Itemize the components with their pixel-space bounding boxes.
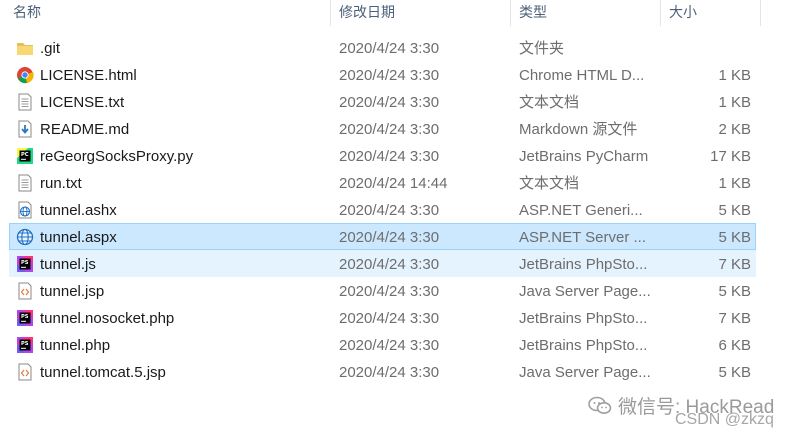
file-type: Chrome HTML D... bbox=[519, 67, 645, 84]
globe-icon bbox=[16, 228, 34, 246]
file-type: 文件夹 bbox=[519, 40, 565, 57]
file-row[interactable]: PC reGeorgSocksProxy.py 2020/4/24 3:30 JetB… bbox=[9, 142, 756, 169]
csdn-watermark: CSDN @zkzq bbox=[675, 411, 774, 428]
file-date-modified: 2020/4/24 3:30 bbox=[339, 67, 440, 84]
file-name: .git bbox=[40, 40, 61, 57]
file-row[interactable]: tunnel.aspx 2020/4/24 3:30 ASP.NET Server … bbox=[9, 223, 756, 250]
file-date-modified: 2020/4/24 3:30 bbox=[339, 364, 440, 381]
file-size: 1 KB bbox=[718, 94, 751, 111]
column-header-name[interactable]: 名称 bbox=[0, 0, 331, 26]
file-size: 5 KB bbox=[718, 283, 751, 300]
file-explorer: 名称 修改日期 类型 大小 .git 2020/4/24 3:30 文件夹 LICEN… bbox=[0, 0, 809, 438]
file-row[interactable]: README.md 2020/4/24 3:30 Markdown 源文件 2 KB bbox=[9, 115, 756, 142]
file-date-modified: 2020/4/24 3:30 bbox=[339, 256, 440, 273]
svg-text:PS: PS bbox=[21, 260, 29, 266]
file-type: JetBrains PhpSto... bbox=[519, 256, 648, 273]
phpstorm-icon: PS bbox=[16, 336, 34, 354]
file-row[interactable]: PS tunnel.js 2020/4/24 3:30 JetBrains PhpSt… bbox=[9, 250, 756, 277]
file-name: LICENSE.html bbox=[40, 67, 137, 84]
file-size: 6 KB bbox=[718, 337, 751, 354]
file-type: Markdown 源文件 bbox=[519, 121, 638, 138]
file-type: Java Server Page... bbox=[519, 364, 651, 381]
text-file-icon bbox=[16, 174, 34, 192]
column-header-date[interactable]: 修改日期 bbox=[331, 0, 511, 26]
file-size: 17 KB bbox=[710, 148, 751, 165]
file-row[interactable]: LICENSE.txt 2020/4/24 3:30 文本文档 1 KB bbox=[9, 88, 756, 115]
file-type: 文本文档 bbox=[519, 175, 580, 192]
file-type: Java Server Page... bbox=[519, 283, 651, 300]
column-header: 名称 修改日期 类型 大小 bbox=[0, 0, 809, 26]
file-date-modified: 2020/4/24 3:30 bbox=[339, 202, 440, 219]
file-type: ASP.NET Server ... bbox=[519, 229, 646, 246]
file-name: tunnel.tomcat.5.jsp bbox=[40, 364, 166, 381]
jsp-file-icon bbox=[16, 282, 34, 300]
file-name: tunnel.nosocket.php bbox=[40, 310, 175, 327]
file-type: JetBrains PhpSto... bbox=[519, 337, 648, 354]
file-row[interactable]: PS tunnel.nosocket.php 2020/4/24 3:30 JetBr… bbox=[9, 304, 756, 331]
file-date-modified: 2020/4/24 3:30 bbox=[339, 337, 440, 354]
column-header-type[interactable]: 类型 bbox=[511, 0, 661, 26]
file-name: tunnel.aspx bbox=[40, 229, 117, 246]
file-type: ASP.NET Generi... bbox=[519, 202, 643, 219]
file-name: tunnel.jsp bbox=[40, 283, 105, 300]
file-name: tunnel.js bbox=[40, 256, 96, 273]
folder-icon bbox=[16, 39, 34, 57]
pycharm-icon: PC bbox=[16, 147, 34, 165]
file-name: run.txt bbox=[40, 175, 82, 192]
aspnet-file-icon bbox=[16, 201, 34, 219]
file-date-modified: 2020/4/24 3:30 bbox=[339, 148, 440, 165]
file-row[interactable]: tunnel.ashx 2020/4/24 3:30 ASP.NET Generi.… bbox=[9, 196, 756, 223]
file-date-modified: 2020/4/24 3:30 bbox=[339, 283, 440, 300]
text-file-icon bbox=[16, 93, 34, 111]
file-date-modified: 2020/4/24 3:30 bbox=[339, 121, 440, 138]
file-name: reGeorgSocksProxy.py bbox=[40, 148, 194, 165]
phpstorm-icon: PS bbox=[16, 309, 34, 327]
file-type: JetBrains PyCharm bbox=[519, 148, 649, 165]
file-size: 2 KB bbox=[718, 121, 751, 138]
file-date-modified: 2020/4/24 3:30 bbox=[339, 229, 440, 246]
file-type: 文本文档 bbox=[519, 94, 580, 111]
file-size: 5 KB bbox=[718, 229, 751, 246]
file-size: 7 KB bbox=[718, 310, 751, 327]
file-date-modified: 2020/4/24 3:30 bbox=[339, 94, 440, 111]
file-size: 5 KB bbox=[718, 364, 751, 381]
jsp-file-icon bbox=[16, 363, 34, 381]
file-row[interactable]: PS tunnel.php 2020/4/24 3:30 JetBrains PhpS… bbox=[9, 331, 756, 358]
file-row[interactable]: run.txt 2020/4/24 14:44 文本文档 1 KB bbox=[9, 169, 756, 196]
svg-text:PC: PC bbox=[21, 152, 29, 158]
file-name: LICENSE.txt bbox=[40, 94, 125, 111]
file-size: 7 KB bbox=[718, 256, 751, 273]
phpstorm-icon: PS bbox=[16, 255, 34, 273]
file-type: JetBrains PhpSto... bbox=[519, 310, 648, 327]
file-size: 5 KB bbox=[718, 202, 751, 219]
file-row[interactable]: tunnel.jsp 2020/4/24 3:30 Java Server Page… bbox=[9, 277, 756, 304]
file-date-modified: 2020/4/24 3:30 bbox=[339, 310, 440, 327]
file-date-modified: 2020/4/24 14:44 bbox=[339, 175, 448, 192]
file-row[interactable]: LICENSE.html 2020/4/24 3:30 Chrome HTML D.… bbox=[9, 61, 756, 88]
file-name: tunnel.php bbox=[40, 337, 111, 354]
markdown-file-icon bbox=[16, 120, 34, 138]
file-size: 1 KB bbox=[718, 175, 751, 192]
file-name: tunnel.ashx bbox=[40, 202, 117, 219]
wechat-icon bbox=[588, 396, 612, 414]
file-row[interactable]: tunnel.tomcat.5.jsp 2020/4/24 3:30 Java Se… bbox=[9, 358, 756, 385]
column-header-size[interactable]: 大小 bbox=[661, 0, 761, 26]
file-row[interactable]: .git 2020/4/24 3:30 文件夹 bbox=[9, 34, 756, 61]
file-name: README.md bbox=[40, 121, 130, 138]
chrome-icon bbox=[16, 66, 34, 84]
file-date-modified: 2020/4/24 3:30 bbox=[339, 40, 440, 57]
svg-text:PS: PS bbox=[21, 341, 29, 347]
file-size: 1 KB bbox=[718, 67, 751, 84]
svg-text:PS: PS bbox=[21, 314, 29, 320]
